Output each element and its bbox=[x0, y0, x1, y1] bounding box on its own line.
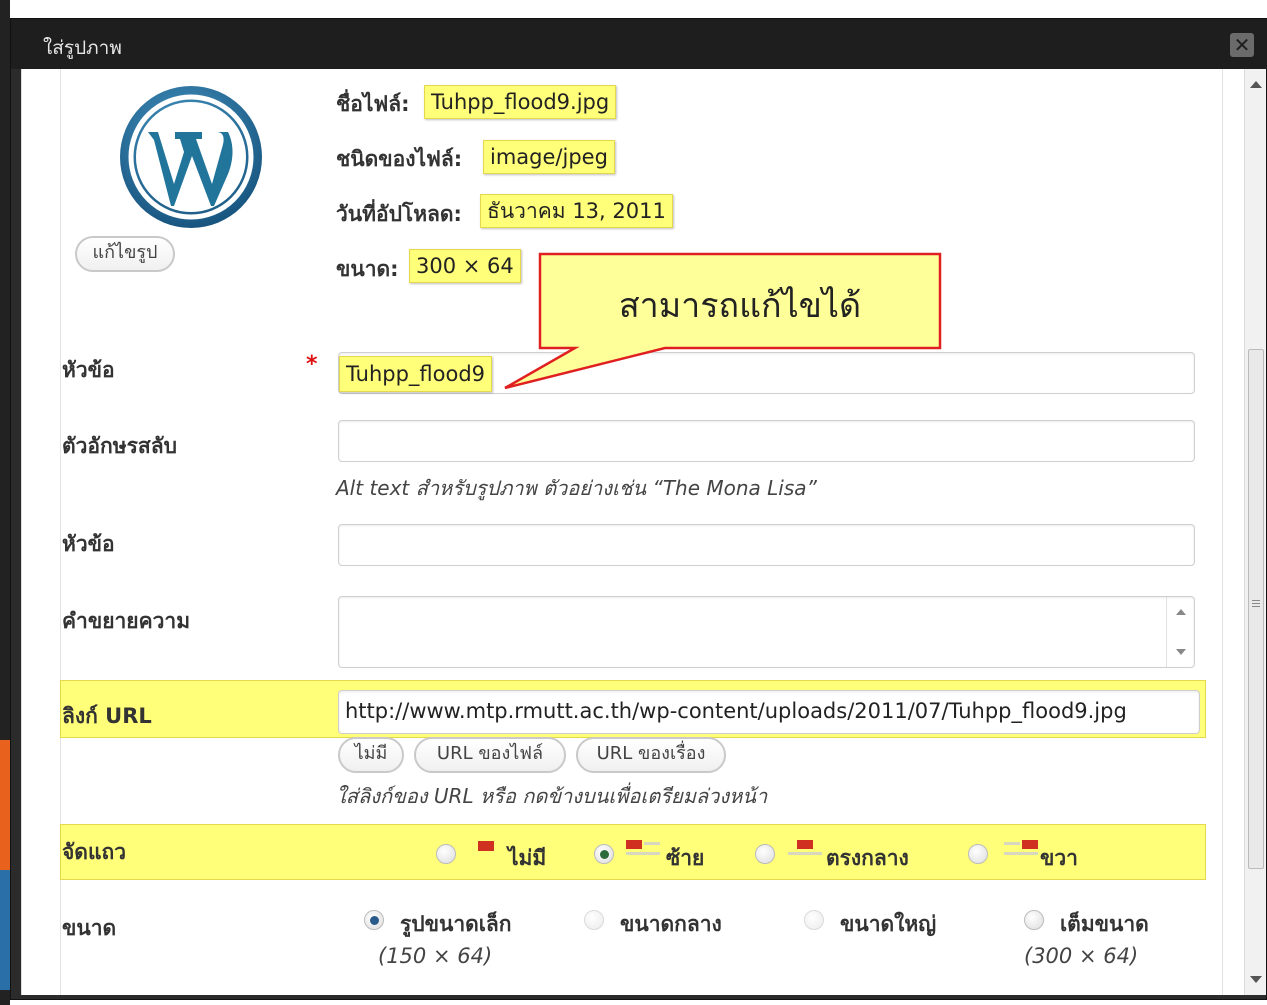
alt-text-input[interactable] bbox=[338, 420, 1195, 462]
description-scrollbar[interactable] bbox=[1166, 597, 1194, 667]
align-left-label[interactable]: ซ้าย bbox=[666, 842, 704, 875]
size-large-label[interactable]: ขนาดใหญ่ bbox=[840, 908, 936, 941]
caption-input[interactable] bbox=[338, 524, 1195, 566]
link-url-input[interactable]: http://www.mtp.rmutt.ac.th/wp-content/up… bbox=[338, 690, 1200, 734]
align-none-icon bbox=[478, 841, 494, 851]
description-label: คำขยายความ bbox=[62, 609, 191, 633]
caption-label: หัวข้อ bbox=[62, 532, 115, 556]
link-none-button[interactable]: ไม่มี bbox=[338, 737, 404, 773]
link-file-url-button[interactable]: URL ของไฟล์ bbox=[414, 737, 566, 773]
alt-text-hint: Alt text สำหรับรูปภาพ ตัวอย่างเช่น “The … bbox=[336, 476, 817, 500]
textarea-scroll-up-icon[interactable] bbox=[1176, 609, 1186, 615]
align-right-label[interactable]: ขวา bbox=[1040, 842, 1078, 875]
align-left-icon bbox=[626, 840, 660, 855]
size-thumbnail-label[interactable]: รูปขนาดเล็ก bbox=[400, 908, 512, 941]
size-large-radio[interactable] bbox=[804, 910, 824, 930]
size-medium-label[interactable]: ขนาดกลาง bbox=[620, 908, 722, 941]
align-center-label[interactable]: ตรงกลาง bbox=[826, 842, 909, 875]
size-thumbnail-radio[interactable] bbox=[364, 910, 384, 930]
align-right-icon bbox=[1004, 840, 1038, 855]
callout-text: สามารถแก้ไขได้ bbox=[618, 286, 862, 326]
align-left-radio[interactable] bbox=[594, 844, 614, 864]
size-full-dimensions: (300 × 64) bbox=[1024, 944, 1139, 968]
align-center-icon bbox=[788, 840, 822, 855]
align-none-label[interactable]: ไม่มี bbox=[508, 842, 546, 875]
alt-text-label: ตัวอักษรสลับ bbox=[62, 434, 177, 458]
textarea-scroll-down-icon[interactable] bbox=[1176, 649, 1186, 655]
size-label: ขนาด bbox=[62, 916, 117, 940]
align-none-radio[interactable] bbox=[436, 844, 456, 864]
link-url-hint: ใส่ลิงก์ของ URL หรือ กดข้างบนเพื่อเตรียม… bbox=[336, 784, 768, 808]
link-post-url-button[interactable]: URL ของเรื่อง bbox=[576, 737, 726, 773]
align-right-radio[interactable] bbox=[968, 844, 988, 864]
link-url-label: ลิงก์ URL bbox=[62, 704, 152, 728]
description-textarea[interactable] bbox=[338, 596, 1195, 668]
size-full-label[interactable]: เต็มขนาด bbox=[1060, 908, 1149, 941]
alignment-label: จัดแถว bbox=[62, 840, 126, 864]
size-full-radio[interactable] bbox=[1024, 910, 1044, 930]
size-medium-radio[interactable] bbox=[584, 910, 604, 930]
align-center-radio[interactable] bbox=[755, 844, 775, 864]
size-thumbnail-dimensions: (150 × 64) bbox=[378, 944, 493, 968]
